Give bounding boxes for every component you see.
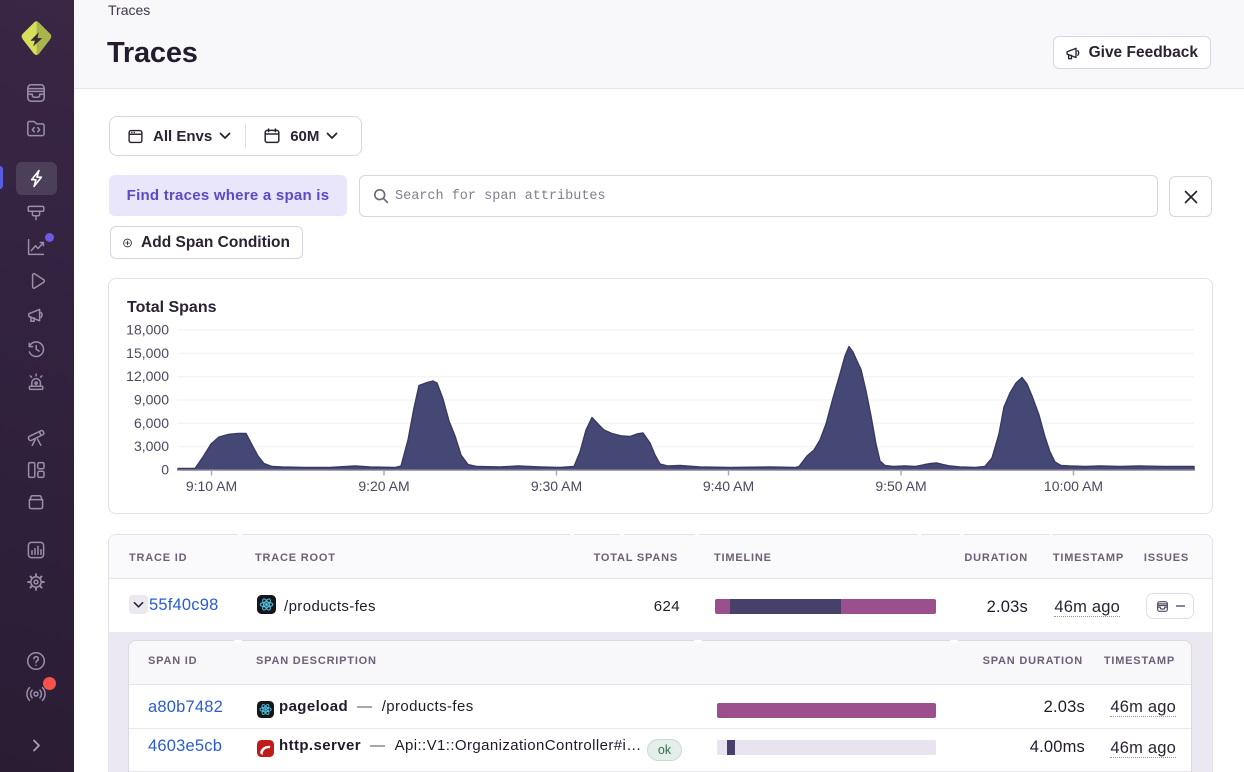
svg-text:9:20 AM: 9:20 AM xyxy=(358,478,409,494)
svg-text:6,000: 6,000 xyxy=(134,415,169,431)
svg-text:9:30 AM: 9:30 AM xyxy=(531,478,582,494)
svg-text:12,000: 12,000 xyxy=(126,368,169,384)
svg-text:9,000: 9,000 xyxy=(134,392,169,408)
svg-text:10:00 AM: 10:00 AM xyxy=(1044,478,1103,494)
svg-text:3,000: 3,000 xyxy=(134,438,169,454)
svg-text:9:50 AM: 9:50 AM xyxy=(875,478,926,494)
svg-text:9:10 AM: 9:10 AM xyxy=(186,478,237,494)
svg-text:18,000: 18,000 xyxy=(126,322,169,338)
svg-text:15,000: 15,000 xyxy=(126,345,169,361)
svg-text:0: 0 xyxy=(161,462,169,478)
svg-text:9:40 AM: 9:40 AM xyxy=(703,478,754,494)
